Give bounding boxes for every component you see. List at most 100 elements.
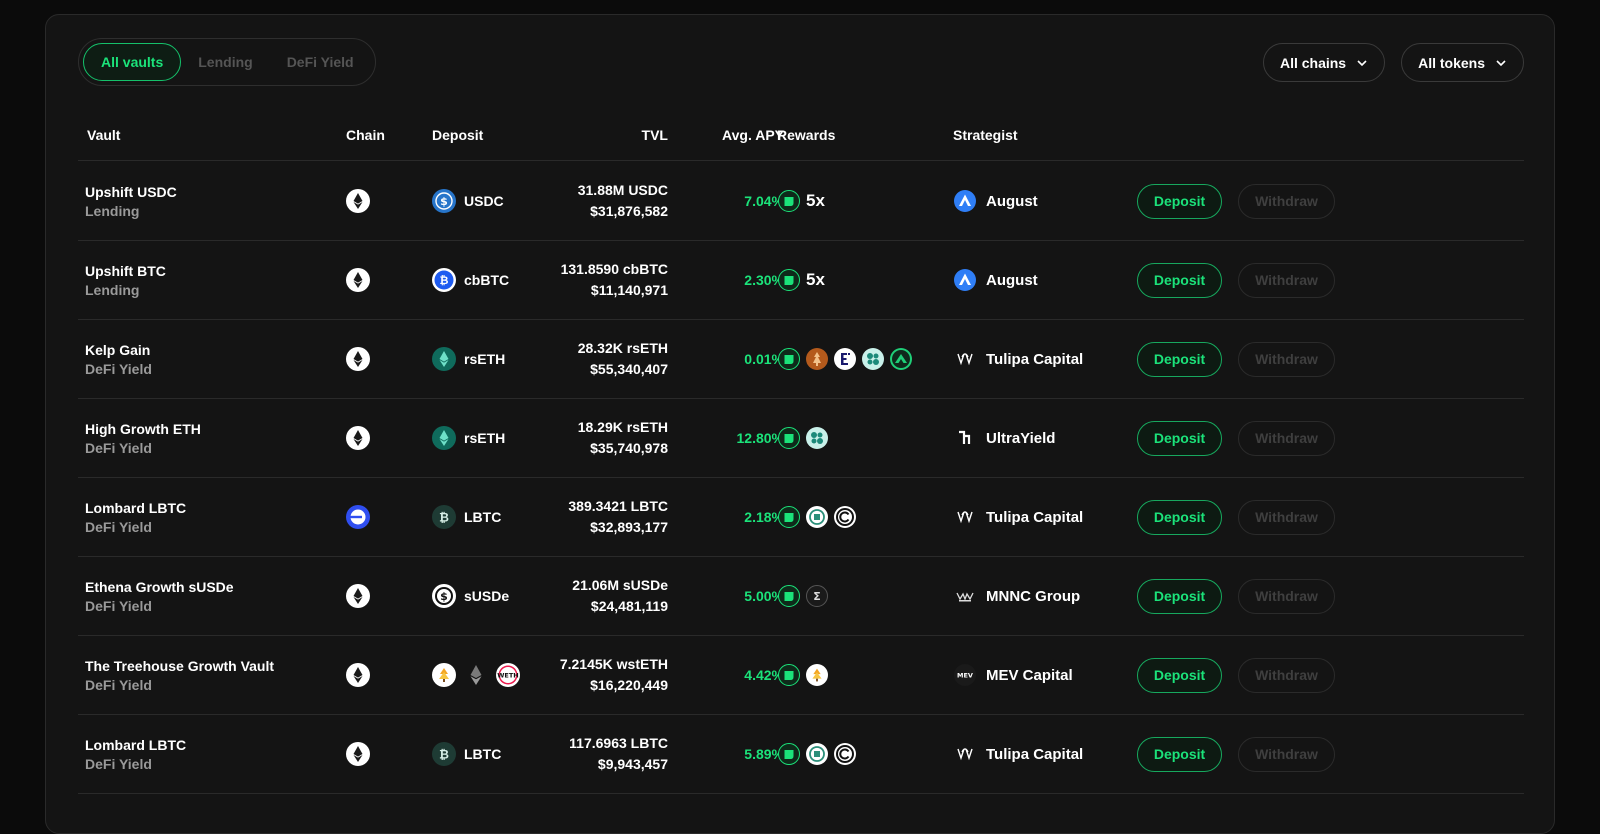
lombard-icon [806,506,828,528]
vault-name[interactable]: Upshift USDC [85,184,177,200]
vault-name[interactable]: Upshift BTC [85,263,166,279]
vault-cell[interactable]: Ethena Growth sUSDe DeFi Yield [85,557,234,635]
withdraw-button[interactable]: Withdraw [1238,341,1335,377]
vault-name[interactable]: Ethena Growth sUSDe [85,579,234,595]
strategist-name: Tulipa Capital [986,508,1084,526]
withdraw-button[interactable]: Withdraw [1238,183,1335,219]
withdraw-button[interactable]: Withdraw [1238,499,1335,535]
vault-name[interactable]: Kelp Gain [85,342,150,358]
deposit-token-symbol: LBTC [464,746,502,762]
susde-icon: $ [432,584,456,608]
strategist-name: UltraYield [986,429,1056,447]
rewards-cell [778,715,856,793]
withdraw-button[interactable]: Withdraw [1238,420,1335,456]
deposit-button[interactable]: Deposit [1137,578,1222,614]
svg-text:MEV: MEV [957,672,973,680]
deposit-token-cell: WETH [432,636,520,714]
deposit-token-symbol: rsETH [464,351,506,367]
header-vault: Vault [87,127,121,143]
withdraw-button[interactable]: Withdraw [1238,736,1335,772]
symbiotic-icon [806,427,828,449]
tvl-cell: 31.88M USDC $31,876,582 [578,162,668,240]
deposit-button[interactable]: Deposit [1137,183,1222,219]
vault-cell[interactable]: Upshift USDC Lending [85,162,177,240]
deposit-token-cell: ₿ cbBTC [432,241,509,319]
tab-all-vaults[interactable]: All vaults [83,43,182,81]
strategist-cell: UltraYield [954,399,1055,477]
rewards-cell: Σ [778,557,828,635]
tvl-amount: 18.29K rsETH [577,419,668,435]
svg-text:₿: ₿ [439,748,449,762]
vault-name[interactable]: The Treehouse Growth Vault [85,658,274,674]
ethereum-icon [346,742,370,766]
vault-cell[interactable]: High Growth ETH DeFi Yield [85,399,201,477]
vault-cell[interactable]: Lombard LBTC DeFi Yield [85,715,186,793]
deposit-button[interactable]: Deposit [1137,420,1222,456]
vault-cell[interactable]: The Treehouse Growth Vault DeFi Yield [85,636,274,714]
tvl-amount: 28.32K rsETH [577,340,668,356]
vault-cell[interactable]: Kelp Gain DeFi Yield [85,320,152,398]
tokens-filter-dropdown[interactable]: All tokens [1401,43,1524,82]
chain-cell [346,241,370,319]
vault-name[interactable]: High Growth ETH [85,421,201,437]
deposit-button[interactable]: Deposit [1137,262,1222,298]
table-row: Lombard LBTC DeFi Yield ₿ LBTC 389.3421 LBTC… [78,478,1524,557]
vault-name[interactable]: Lombard LBTC [85,500,186,516]
deposit-button[interactable]: Deposit [1137,736,1222,772]
chain-cell [346,557,370,635]
vaults-panel: All vaults Lending DeFi Yield All chains… [45,14,1555,834]
withdraw-button[interactable]: Withdraw [1238,262,1335,298]
tab-lending[interactable]: Lending [181,43,269,81]
ethereum-icon [346,426,370,450]
august-icon [954,190,976,212]
deposit-token-symbol: sUSDe [464,588,510,604]
kelp-icon [806,348,828,370]
tvl-usd: $16,220,449 [590,677,668,693]
tvl-cell: 21.06M sUSDe $24,481,119 [572,557,668,635]
row-actions: Deposit Withdraw [1137,715,1335,793]
deposit-button[interactable]: Deposit [1137,341,1222,377]
eth-icon [464,663,488,687]
tvl-amount: 7.2145K wstETH [559,656,668,672]
vault-table-body: Upshift USDC Lending $ USDC 31.88M USDC $31,8… [78,162,1524,794]
vault-name[interactable]: Lombard LBTC [85,737,186,753]
upshift-points-icon [778,348,800,370]
vault-category: DeFi Yield [85,755,152,772]
tab-defi-yield[interactable]: DeFi Yield [270,43,371,81]
withdraw-button[interactable]: Withdraw [1238,657,1335,693]
vault-cell[interactable]: Lombard LBTC DeFi Yield [85,478,186,556]
deposit-button[interactable]: Deposit [1137,657,1222,693]
vault-cell[interactable]: Upshift BTC Lending [85,241,166,319]
chains-filter-dropdown[interactable]: All chains [1262,43,1386,82]
row-actions: Deposit Withdraw [1137,399,1335,477]
tvl-amount: 131.8590 cbBTC [560,261,668,277]
table-header: Vault Chain Deposit TVL Avg. APY Rewards… [78,127,1524,161]
chain-cell [346,478,370,556]
rewards-cell [778,320,912,398]
chain-cell [346,162,370,240]
deposit-button[interactable]: Deposit [1137,499,1222,535]
rewards-cell [778,478,856,556]
tvl-usd: $35,740,978 [590,440,668,456]
strategist-cell: Tulipa Capital [954,320,1083,398]
strategist-name: MNNC Group [986,587,1081,605]
lombard-icon [806,743,828,765]
chain-cell [346,320,370,398]
august-icon [954,269,976,291]
withdraw-button[interactable]: Withdraw [1238,578,1335,614]
strategist-cell: MEV MEV Capital [954,636,1073,714]
chains-filter-label: All chains [1279,54,1347,71]
ethereum-icon [346,347,370,371]
mev-icon: MEV [954,664,976,686]
ethereum-icon [346,189,370,213]
table-row: Upshift BTC Lending ₿ cbBTC 131.8590 cbBTC $1… [78,241,1524,320]
vault-category: DeFi Yield [85,597,152,614]
vault-category: DeFi Yield [85,676,152,693]
tvl-amount: 31.88M USDC [577,182,668,198]
deposit-token-cell: rsETH [432,399,505,477]
rewards-cell [778,636,828,714]
tvl-amount: 117.6963 LBTC [569,735,668,751]
tulipa-icon [954,348,976,370]
upshift-points-icon [778,269,800,291]
strategist-name: Tulipa Capital [986,350,1084,368]
